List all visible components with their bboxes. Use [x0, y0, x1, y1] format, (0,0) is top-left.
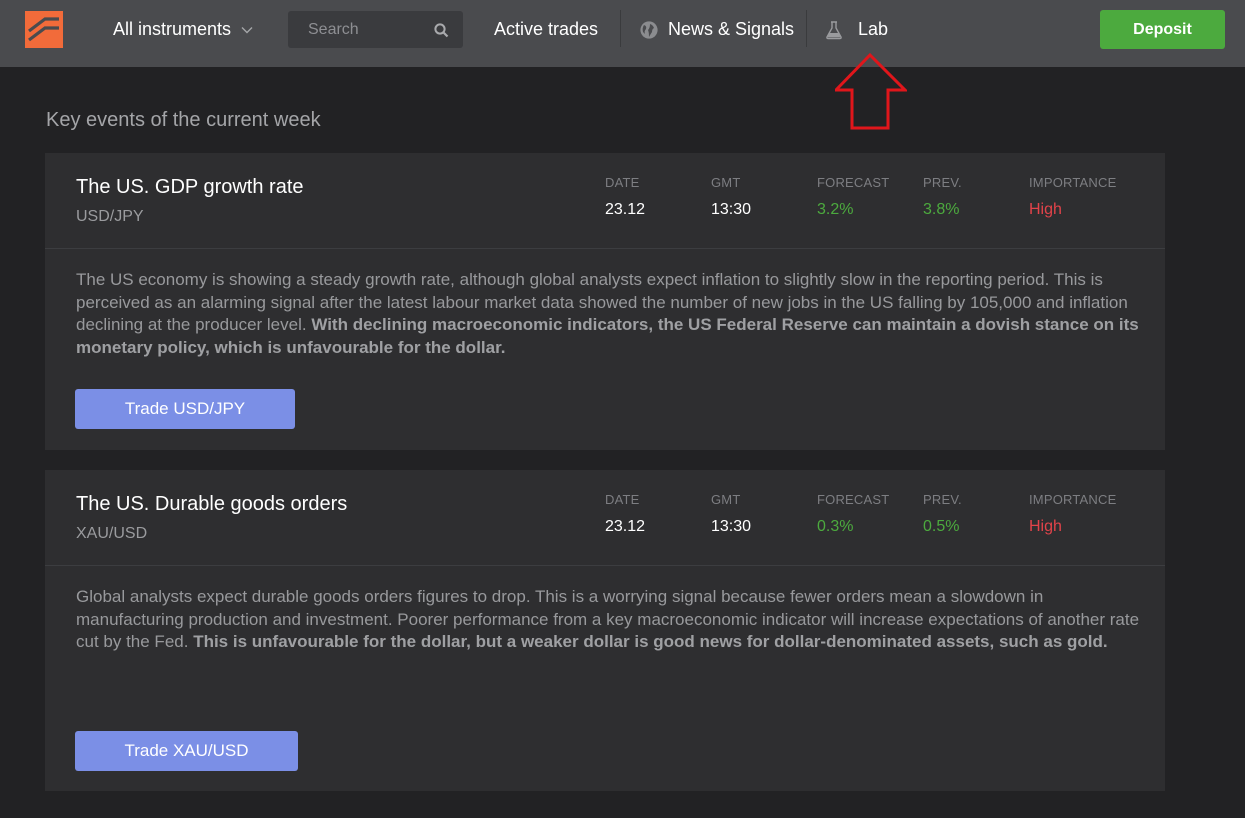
stat-prev: PREV. 0.5%	[923, 492, 962, 536]
event-text-bold: This is unfavourable for the dollar, but…	[193, 632, 1108, 651]
stat-label: FORECAST	[817, 492, 890, 507]
nav-lab[interactable]: Lab	[824, 19, 888, 40]
flask-icon	[826, 20, 842, 39]
stat-value: 0.3%	[817, 518, 854, 535]
chevron-down-icon	[241, 26, 253, 33]
stat-forecast: FORECAST 0.3%	[817, 492, 889, 536]
stat-importance: IMPORTANCE High	[1029, 492, 1116, 536]
event-title: The US. GDP growth rate	[76, 176, 304, 198]
logo-icon[interactable]	[25, 11, 63, 48]
nav-lab-label: Lab	[858, 19, 889, 39]
nav-active-trades[interactable]: Active trades	[494, 19, 598, 40]
instruments-dropdown[interactable]: All instruments	[113, 19, 253, 40]
nav-news-signals[interactable]: News & Signals	[639, 19, 794, 40]
event-pair: USD/JPY	[76, 208, 144, 225]
search-input[interactable]	[288, 11, 428, 48]
stat-label: FORECAST	[817, 175, 890, 190]
stat-value: 13:30	[711, 518, 752, 535]
stat-gmt: GMT 13:30	[711, 175, 751, 219]
stat-label: PREV.	[923, 492, 962, 507]
stat-label: DATE	[605, 492, 640, 507]
stat-label: IMPORTANCE	[1029, 175, 1117, 190]
stat-importance: IMPORTANCE High	[1029, 175, 1116, 219]
event-card-header: The US. Durable goods orders XAU/USD DAT…	[45, 470, 1165, 566]
search-box	[288, 11, 463, 48]
nav-divider	[806, 10, 807, 47]
trade-button[interactable]: Trade USD/JPY	[75, 389, 295, 429]
stat-value: 23.12	[605, 518, 646, 535]
trade-button[interactable]: Trade XAU/USD	[75, 731, 298, 771]
stat-value: 3.8%	[923, 201, 960, 218]
search-icon[interactable]	[434, 23, 449, 38]
stat-date: DATE 23.12	[605, 492, 645, 536]
event-description: Global analysts expect durable goods ord…	[76, 586, 1141, 654]
deposit-button[interactable]: Deposit	[1100, 10, 1225, 49]
instruments-label: All instruments	[113, 19, 232, 39]
stat-value: 23.12	[605, 201, 646, 218]
stat-value: High	[1029, 518, 1062, 535]
nav-divider	[620, 10, 621, 47]
stat-gmt: GMT 13:30	[711, 492, 751, 536]
stat-value: 0.5%	[923, 518, 960, 535]
stat-label: IMPORTANCE	[1029, 492, 1117, 507]
stat-label: PREV.	[923, 175, 962, 190]
section-title: Key events of the current week	[46, 109, 321, 131]
stat-value: High	[1029, 201, 1062, 218]
event-pair: XAU/USD	[76, 525, 148, 542]
arrow-up-annotation	[835, 53, 907, 130]
stat-value: 3.2%	[817, 201, 854, 218]
nav-news-label: News & Signals	[668, 19, 795, 39]
event-card: The US. Durable goods orders XAU/USD DAT…	[45, 470, 1165, 791]
stat-prev: PREV. 3.8%	[923, 175, 962, 219]
globe-icon	[640, 20, 658, 39]
event-title: The US. Durable goods orders	[76, 493, 348, 515]
stat-label: GMT	[711, 492, 741, 507]
stat-label: GMT	[711, 175, 741, 190]
stat-date: DATE 23.12	[605, 175, 645, 219]
stat-label: DATE	[605, 175, 640, 190]
event-description: The US economy is showing a steady growt…	[76, 269, 1141, 359]
top-bar: All instruments Active trades News & Sig…	[0, 0, 1245, 67]
event-card-header: The US. GDP growth rate USD/JPY DATE 23.…	[45, 153, 1165, 249]
stat-forecast: FORECAST 3.2%	[817, 175, 889, 219]
stat-value: 13:30	[711, 201, 752, 218]
event-card: The US. GDP growth rate USD/JPY DATE 23.…	[45, 153, 1165, 450]
